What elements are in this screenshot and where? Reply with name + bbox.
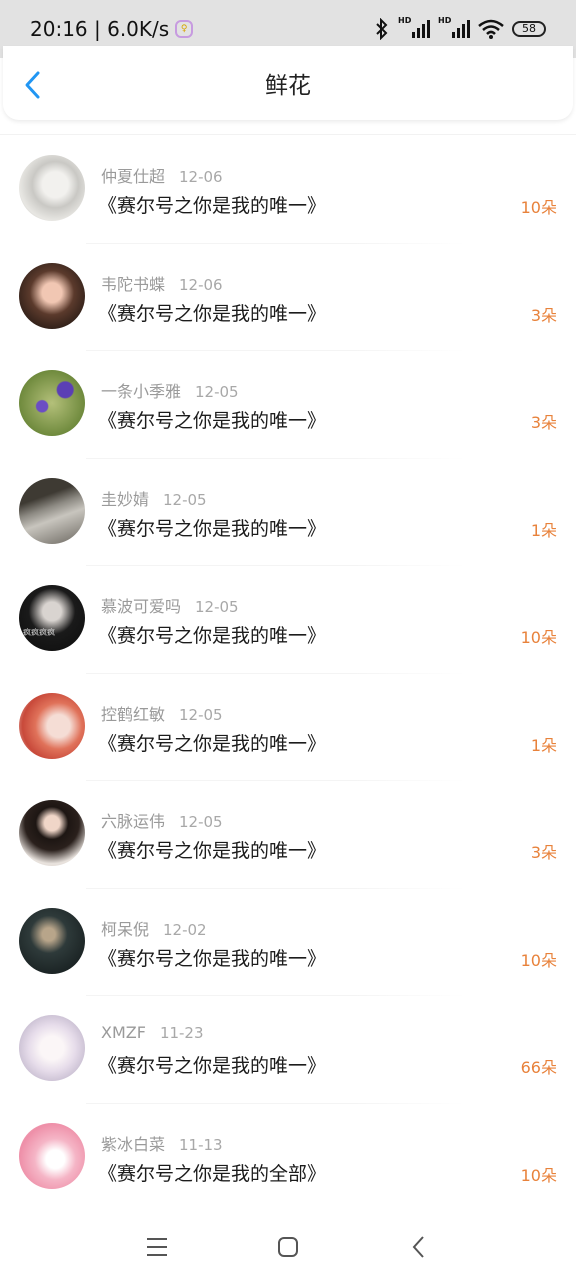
list-item[interactable]: 疯疯疯疯 慕波可爱吗 12-05 《赛尔号之你是我的唯一》 10朵 <box>0 566 576 674</box>
list-item[interactable]: 柯呆倪 12-02 《赛尔号之你是我的唯一》 10朵 <box>0 889 576 996</box>
user-name[interactable]: 慕波可爱吗 <box>101 597 181 616</box>
avatar[interactable] <box>19 1122 85 1189</box>
work-title[interactable]: 《赛尔号之你是我的唯一》 <box>98 944 326 971</box>
user-name[interactable]: 柯呆倪 <box>101 920 149 939</box>
list-top-divider <box>0 134 576 135</box>
signal-icon-2: HD <box>438 16 470 38</box>
date: 12-05 <box>179 705 223 724</box>
list-item[interactable]: XMZF 11-23 《赛尔号之你是我的唯一》 66朵 <box>0 996 576 1104</box>
flower-count: 1朵 <box>530 735 557 755</box>
work-title[interactable]: 《赛尔号之你是我的唯一》 <box>98 299 326 326</box>
flower-count: 66朵 <box>520 1058 557 1077</box>
menu-icon <box>147 1238 167 1256</box>
signal-icon-1: HD <box>398 16 430 38</box>
work-title[interactable]: 《赛尔号之你是我的唯一》 <box>98 406 326 433</box>
date: 12-05 <box>195 383 239 401</box>
date: 11-23 <box>159 1024 204 1042</box>
avatar[interactable] <box>19 907 85 974</box>
flower-count: 10朵 <box>520 628 557 647</box>
back-icon[interactable] <box>21 70 45 100</box>
status-time-speed: 20:16 | 6.0K/s <box>30 17 170 41</box>
home-icon <box>278 1237 298 1257</box>
avatar[interactable] <box>19 800 85 866</box>
avatar[interactable] <box>19 370 85 436</box>
flower-count: 1朵 <box>530 520 557 540</box>
avatar[interactable]: 疯疯疯疯 <box>19 585 85 651</box>
list-item[interactable]: 仲夏仕超 12-06 《赛尔号之你是我的唯一》 10朵 <box>0 136 576 244</box>
flower-count: 10朵 <box>520 198 557 217</box>
flower-count: 3朵 <box>530 305 557 325</box>
user-name[interactable]: XMZF <box>101 1023 146 1042</box>
work-title[interactable]: 《赛尔号之你是我的唯一》 <box>98 729 326 756</box>
date: 12-02 <box>163 920 207 939</box>
work-title[interactable]: 《赛尔号之你是我的唯一》 <box>98 1051 326 1078</box>
system-nav-bar <box>0 1214 576 1280</box>
work-title[interactable]: 《赛尔号之你是我的全部》 <box>98 1159 326 1186</box>
user-name[interactable]: 紫冰白菜 <box>101 1135 165 1154</box>
page-title: 鲜花 <box>265 73 311 99</box>
avatar[interactable] <box>19 477 85 544</box>
work-title[interactable]: 《赛尔号之你是我的唯一》 <box>98 836 326 863</box>
user-name[interactable]: 韦陀书蝶 <box>101 275 165 294</box>
date: 12-06 <box>179 168 223 186</box>
work-title[interactable]: 《赛尔号之你是我的唯一》 <box>98 514 326 541</box>
list-item[interactable]: 紫冰白菜 11-13 《赛尔号之你是我的全部》 10朵 <box>0 1104 576 1212</box>
avatar[interactable] <box>19 155 85 221</box>
work-title[interactable]: 《赛尔号之你是我的唯一》 <box>98 191 326 218</box>
menu-button[interactable] <box>142 1232 172 1262</box>
work-title[interactable]: 《赛尔号之你是我的唯一》 <box>98 621 326 648</box>
flower-count: 10朵 <box>520 1165 557 1185</box>
back-nav-icon <box>412 1236 424 1258</box>
avatar-caption: 疯疯疯疯 <box>23 628 55 637</box>
list-item[interactable]: 一条小季雅 12-05 《赛尔号之你是我的唯一》 3朵 <box>0 351 576 459</box>
wifi-icon <box>478 19 504 39</box>
date: 12-05 <box>163 490 207 509</box>
user-name[interactable]: 圭妙婧 <box>101 490 149 509</box>
date: 12-06 <box>179 275 223 294</box>
avatar[interactable] <box>19 262 85 329</box>
status-right: HD HD 58 <box>374 16 546 40</box>
hd-label: HD <box>438 16 452 25</box>
hd-label: HD <box>398 16 412 25</box>
flower-list: 仲夏仕超 12-06 《赛尔号之你是我的唯一》 10朵 韦陀书蝶 12-06 《赛尔… <box>0 134 576 1212</box>
battery-indicator: 58 <box>512 21 546 37</box>
app-header: 鲜花 <box>3 46 573 120</box>
flower-count: 3朵 <box>530 843 557 862</box>
back-nav-button[interactable] <box>404 1232 434 1262</box>
bluetooth-icon <box>376 18 388 40</box>
status-left: 20:16 | 6.0K/s ♀ <box>30 17 194 41</box>
user-name[interactable]: 一条小季雅 <box>101 382 181 401</box>
list-item[interactable]: 控鹤红敏 12-05 《赛尔号之你是我的唯一》 1朵 <box>0 674 576 781</box>
notification-app-icon: ♀ <box>175 20 194 38</box>
user-name[interactable]: 仲夏仕超 <box>101 167 165 186</box>
date: 12-05 <box>195 598 239 616</box>
avatar[interactable] <box>19 692 85 759</box>
list-item[interactable]: 六脉运伟 12-05 《赛尔号之你是我的唯一》 3朵 <box>0 781 576 889</box>
list-item[interactable]: 韦陀书蝶 12-06 《赛尔号之你是我的唯一》 3朵 <box>0 244 576 351</box>
list-item[interactable]: 圭妙婧 12-05 《赛尔号之你是我的唯一》 1朵 <box>0 459 576 566</box>
flower-count: 10朵 <box>520 950 557 970</box>
user-name[interactable]: 六脉运伟 <box>101 812 165 831</box>
flower-count: 3朵 <box>530 413 557 432</box>
date: 12-05 <box>179 813 223 831</box>
home-button[interactable] <box>273 1232 303 1262</box>
avatar[interactable] <box>19 1015 85 1081</box>
date: 11-13 <box>179 1135 223 1154</box>
user-name[interactable]: 控鹤红敏 <box>101 705 165 724</box>
